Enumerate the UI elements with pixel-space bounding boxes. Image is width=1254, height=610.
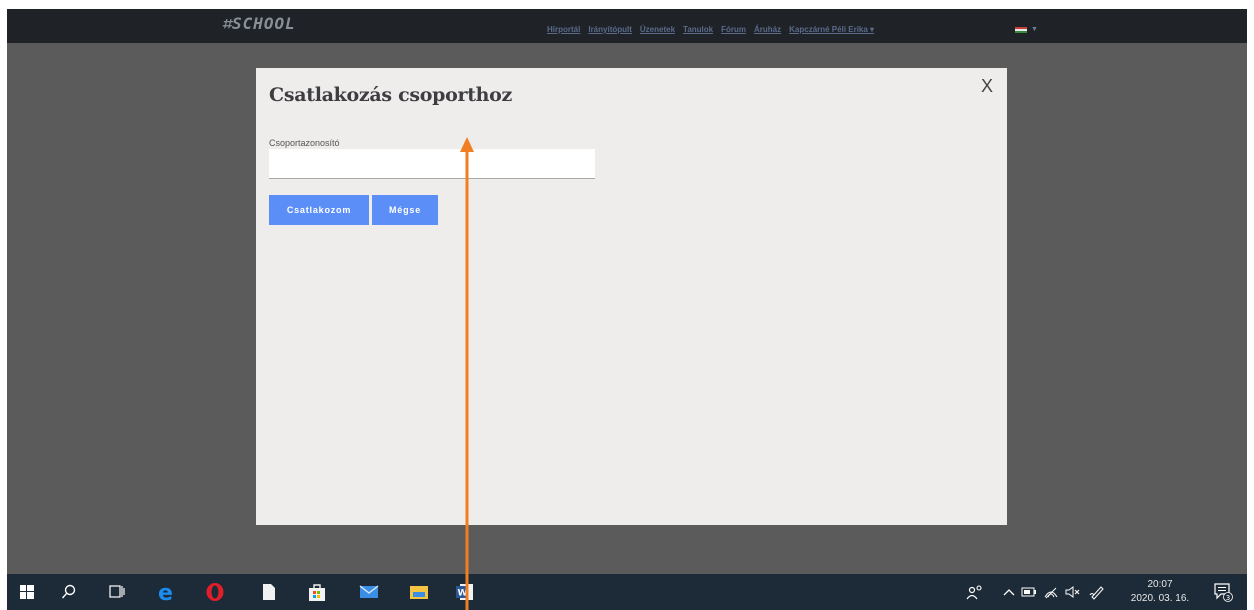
nav-iranyitopult[interactable]: Irányítópult <box>588 25 632 34</box>
mail-icon[interactable] <box>359 582 379 602</box>
nav-aruhaz[interactable]: Áruház <box>754 25 781 34</box>
people-icon[interactable] <box>965 582 985 602</box>
notifications-icon[interactable]: 3 <box>1213 582 1233 602</box>
close-button[interactable]: X <box>981 76 993 97</box>
wifi-icon[interactable] <box>1041 582 1061 602</box>
speaker-muted-icon[interactable] <box>1063 582 1083 602</box>
modal-overlay: Csatlakozás csoporthoz X Csoportazonosít… <box>7 43 1247 574</box>
notification-count: 3 <box>1226 594 1230 602</box>
chevron-down-icon[interactable]: ▼ <box>1031 26 1038 33</box>
chevron-up-icon[interactable] <box>999 582 1019 602</box>
svg-text:W: W <box>458 589 468 599</box>
pen-icon[interactable] <box>1087 582 1107 602</box>
language-flag-icon[interactable] <box>1015 27 1027 33</box>
site-nav: Hírportál Irányítópult Üzenetek Tanulok … <box>547 25 874 34</box>
nav-uzenetek[interactable]: Üzenetek <box>640 25 675 34</box>
battery-icon[interactable] <box>1019 582 1039 602</box>
clock-time: 20:07 <box>1147 579 1173 590</box>
task-view-icon[interactable] <box>107 582 127 602</box>
join-button[interactable]: Csatlakozom <box>269 195 369 225</box>
opera-icon[interactable] <box>205 582 225 602</box>
group-id-label: Csoportazonosító <box>269 138 340 148</box>
site-header: ⌗SCHOOL Hírportál Irányítópult Üzenetek … <box>7 9 1247 43</box>
nav-forum[interactable]: Fórum <box>721 25 746 34</box>
search-icon[interactable] <box>59 582 79 602</box>
dialog-title: Csatlakozás csoporthoz <box>269 84 513 106</box>
group-id-input[interactable] <box>269 149 595 179</box>
browser-screen: ⌗SCHOOL Hírportál Irányítópult Üzenetek … <box>7 9 1247 574</box>
clock-date: 2020. 03. 16. <box>1130 593 1190 604</box>
nav-hirportal[interactable]: Hírportál <box>547 25 580 34</box>
nav-tanulok[interactable]: Tanulok <box>683 25 713 34</box>
svg-text:e: e <box>158 582 173 602</box>
system-clock[interactable]: 20:07 2020. 03. 16. <box>1125 578 1195 606</box>
site-logo[interactable]: ⌗SCHOOL <box>222 14 296 34</box>
join-group-dialog: Csatlakozás csoporthoz X Csoportazonosít… <box>256 68 1007 525</box>
windows-taskbar: e W 20:07 2020. 03. 16. 3 <box>7 574 1247 610</box>
word-icon[interactable]: W <box>455 582 475 602</box>
file-explorer-icon[interactable] <box>409 582 429 602</box>
cancel-button[interactable]: Mégse <box>372 195 438 225</box>
edge-icon[interactable]: e <box>157 582 177 602</box>
store-icon[interactable] <box>307 582 327 602</box>
windows-start-icon[interactable] <box>17 582 37 602</box>
nav-user-menu[interactable]: Kapczárné Péli Erika ▾ <box>789 25 874 34</box>
file-icon[interactable] <box>259 582 279 602</box>
